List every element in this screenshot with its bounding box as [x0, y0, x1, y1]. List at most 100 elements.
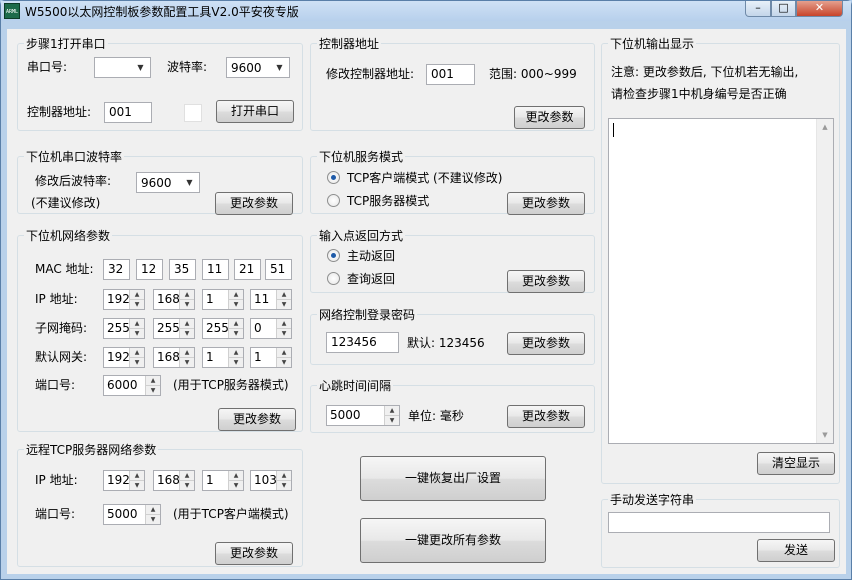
mac-field-3[interactable]: 35 [169, 259, 196, 280]
input-return-option-1[interactable]: 主动返回 [347, 248, 395, 264]
net-port-note: (用于TCP服务器模式) [173, 378, 289, 392]
mac-field-2[interactable]: 12 [136, 259, 163, 280]
step1-group: 步骤1打开串口 串口号: ▼ 波特率: 9600 ▼ 控制器地址: 001 打开… [17, 36, 303, 131]
baud-select[interactable]: 9600 ▼ [226, 57, 290, 78]
port-select[interactable]: ▼ [94, 57, 151, 78]
network-title: 下位机网络参数 [24, 228, 113, 244]
remote-ip-octet-2-value: 168 [157, 473, 180, 487]
output-scrollbar[interactable]: ▲ ▼ [816, 119, 833, 443]
mask-octet-1[interactable]: 255 ▲ ▼ [103, 318, 145, 339]
step1-addr-input[interactable]: 001 [104, 102, 152, 123]
ip-octet-4[interactable]: 11 ▲ ▼ [250, 289, 292, 310]
service-mode-option-1[interactable]: TCP客户端模式 (不建议修改) [347, 170, 502, 186]
net-port-value: 6000 [107, 378, 138, 392]
restore-factory-button[interactable]: 一键恢复出厂设置 [360, 456, 546, 501]
clear-display-button[interactable]: 清空显示 [757, 452, 835, 475]
open-port-button[interactable]: 打开串口 [216, 100, 294, 123]
service-mode-change-button[interactable]: 更改参数 [507, 192, 585, 215]
apply-all-button[interactable]: 一键更改所有参数 [360, 518, 546, 563]
ip-octet-2[interactable]: 168 ▲ ▼ [153, 289, 195, 310]
heartbeat-value: 5000 [330, 408, 361, 422]
ip-octet-3-value: 1 [206, 292, 214, 306]
remote-ip-octet-3-value: 1 [206, 473, 214, 487]
mask-octet-3[interactable]: 255 ▲ ▼ [202, 318, 244, 339]
service-mode-group: 下位机服务模式 TCP客户端模式 (不建议修改) TCP服务器模式 更改参数 [310, 149, 595, 215]
mask-octet-2[interactable]: 255 ▲ ▼ [153, 318, 195, 339]
heartbeat-change-button[interactable]: 更改参数 [507, 405, 585, 428]
mac-field-1[interactable]: 32 [103, 259, 130, 280]
mac-field-6[interactable]: 51 [265, 259, 292, 280]
output-textarea[interactable]: ▲ ▼ [608, 118, 834, 444]
remote-ip-label: IP 地址: [35, 473, 78, 487]
password-default: 默认: 123456 [407, 336, 485, 350]
ip-octet-1[interactable]: 192 ▲ ▼ [103, 289, 145, 310]
app-icon: ARML [4, 3, 20, 19]
serial-baud-select[interactable]: 9600 ▼ [136, 172, 200, 193]
service-mode-option-2[interactable]: TCP服务器模式 [347, 193, 429, 209]
scroll-down-icon[interactable]: ▼ [817, 427, 833, 443]
ip-octet-2-value: 168 [157, 292, 180, 306]
mac-field-4[interactable]: 11 [202, 259, 229, 280]
mask-octet-4-value: 0 [254, 321, 262, 335]
remote-ip-octet-2[interactable]: 168 ▲ ▼ [153, 470, 195, 491]
client-area: 步骤1打开串口 串口号: ▼ 波特率: 9600 ▼ 控制器地址: 001 打开… [7, 29, 846, 574]
mask-octet-1-value: 255 [107, 321, 130, 335]
net-port-label: 端口号: [35, 378, 76, 392]
password-group: 网络控制登录密码 123456 默认: 123456 更改参数 [310, 307, 595, 365]
scroll-up-icon[interactable]: ▲ [817, 119, 833, 135]
mask-octet-4[interactable]: 0 ▲ ▼ [250, 318, 292, 339]
remote-port-spinner[interactable]: 5000 ▲ ▼ [103, 504, 161, 525]
net-port-spinner[interactable]: 6000 ▲ ▼ [103, 375, 161, 396]
serial-baud-group: 下位机串口波特率 修改后波特率: 9600 ▼ (不建议修改) 更改参数 [17, 149, 303, 215]
text-caret [613, 123, 614, 137]
gateway-octet-1-value: 192 [107, 350, 130, 364]
controller-addr-title: 控制器地址 [317, 36, 382, 52]
service-mode-title: 下位机服务模式 [317, 149, 406, 165]
input-return-radio-1[interactable] [327, 249, 340, 262]
remote-ip-octet-3[interactable]: 1 ▲ ▼ [202, 470, 244, 491]
password-change-button[interactable]: 更改参数 [507, 332, 585, 355]
step1-title: 步骤1打开串口 [24, 36, 108, 52]
gateway-octet-4[interactable]: 1 ▲ ▼ [250, 347, 292, 368]
port-status-indicator [184, 104, 202, 122]
maximize-button[interactable]: □ [771, 1, 796, 17]
remote-server-title: 远程TCP服务器网络参数 [24, 442, 159, 458]
heartbeat-title: 心跳时间间隔 [317, 378, 394, 394]
baud-select-value: 9600 [231, 61, 262, 75]
send-button[interactable]: 发送 [757, 539, 835, 562]
gateway-octet-1[interactable]: 192 ▲ ▼ [103, 347, 145, 368]
serial-baud-change-button[interactable]: 更改参数 [215, 192, 293, 215]
network-change-button[interactable]: 更改参数 [218, 408, 296, 431]
mac-field-5[interactable]: 21 [234, 259, 261, 280]
remote-port-value: 5000 [107, 507, 138, 521]
chevron-down-icon: ▼ [186, 178, 193, 187]
close-button[interactable]: ✕ [796, 1, 843, 17]
heartbeat-spinner[interactable]: 5000 ▲ ▼ [326, 405, 400, 426]
service-mode-radio-2[interactable] [327, 194, 340, 207]
input-return-change-button[interactable]: 更改参数 [507, 270, 585, 293]
controller-addr-input[interactable]: 001 [426, 64, 475, 85]
remote-ip-octet-4[interactable]: 103 ▲ ▼ [250, 470, 292, 491]
remote-port-note: (用于TCP客户端模式) [173, 507, 289, 521]
serial-baud-label: 修改后波特率: [35, 174, 112, 188]
manual-send-group: 手动发送字符串 发送 [601, 492, 840, 568]
ip-octet-3[interactable]: 1 ▲ ▼ [202, 289, 244, 310]
remote-ip-octet-1[interactable]: 192 ▲ ▼ [103, 470, 145, 491]
input-return-option-2[interactable]: 查询返回 [347, 271, 395, 287]
output-note-2: 请检查步骤1中机身编号是否正确 [611, 87, 787, 101]
gateway-octet-3[interactable]: 1 ▲ ▼ [202, 347, 244, 368]
output-title: 下位机输出显示 [608, 36, 697, 52]
input-return-radio-2[interactable] [327, 272, 340, 285]
password-input[interactable]: 123456 [326, 332, 399, 353]
title-bar[interactable]: ARML W5500以太网控制板参数配置工具V2.0平安夜专版 – □ ✕ [1, 1, 851, 21]
chevron-down-icon: ▼ [276, 63, 283, 72]
controller-addr-label: 修改控制器地址: [326, 67, 415, 81]
service-mode-radio-1[interactable] [327, 171, 340, 184]
serial-baud-title: 下位机串口波特率 [24, 149, 125, 165]
manual-send-input[interactable] [608, 512, 830, 533]
minimize-button[interactable]: – [745, 1, 771, 17]
controller-addr-change-button[interactable]: 更改参数 [514, 106, 585, 129]
remote-change-button[interactable]: 更改参数 [215, 542, 293, 565]
gateway-octet-2[interactable]: 168 ▲ ▼ [153, 347, 195, 368]
ip-octet-4-value: 11 [254, 292, 270, 306]
